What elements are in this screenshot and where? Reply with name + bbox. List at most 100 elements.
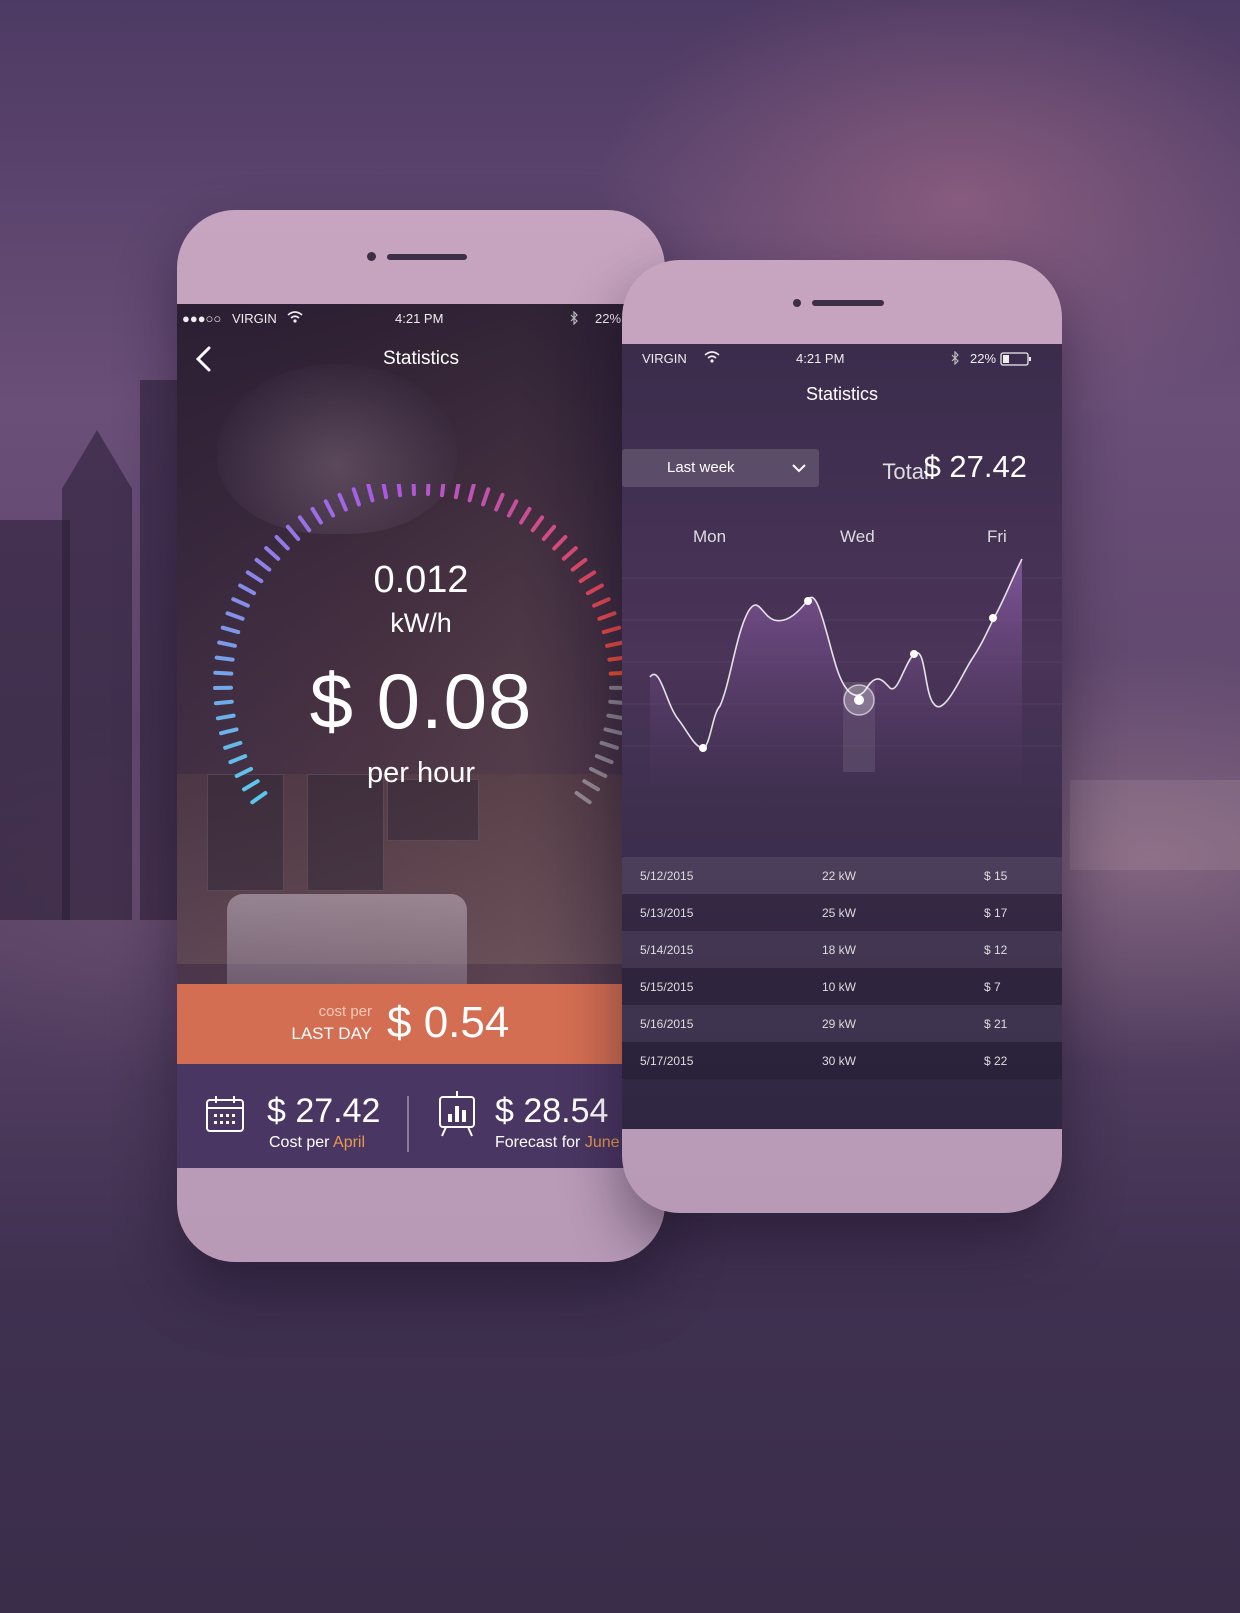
phone-right: VIRGIN 4:21 PM 22% Statistics Last week … — [622, 260, 1062, 1213]
sofa-image — [227, 894, 467, 989]
battery-percent: 22% — [970, 351, 997, 366]
monthly-cost-label: Cost per April — [269, 1134, 366, 1151]
chart-point — [989, 614, 997, 622]
day-label-mon: Mon — [693, 527, 727, 546]
page-title: Statistics — [382, 348, 460, 369]
table-row[interactable]: 5/15/2015 10 kW $ 7 — [622, 968, 1062, 1005]
gauge-tick — [561, 546, 578, 561]
phone-left: ●●●○○ VIRGIN 4:21 PM 22% Statistics 0.01… — [177, 210, 665, 1262]
screen-right: VIRGIN 4:21 PM 22% Statistics Last week … — [622, 344, 1062, 1129]
last-day-cost-bar[interactable]: cost per LAST DAY $ 0.54 — [177, 984, 665, 1064]
row-kw: 29 kW — [822, 1017, 857, 1031]
time-label: 4:21 PM — [796, 351, 845, 366]
gauge-tick — [310, 506, 323, 525]
kwh-unit: kW/h — [390, 608, 452, 638]
screen-left: ●●●○○ VIRGIN 4:21 PM 22% Statistics 0.01… — [177, 304, 665, 1168]
gauge-tick — [381, 484, 389, 500]
gauge-tick — [411, 484, 416, 497]
day-label-wed: Wed — [840, 527, 875, 546]
gauge-tick — [217, 640, 237, 648]
forecast-value: $ 28.54 — [495, 1092, 609, 1130]
gauge-tick — [494, 492, 505, 512]
row-kw: 30 kW — [822, 1054, 857, 1068]
gauge-tick — [323, 499, 336, 518]
row-kw: 22 kW — [822, 869, 857, 883]
row-cost: $ 22 — [984, 1054, 1008, 1068]
chart-selected-point — [854, 695, 864, 705]
monthly-cost-value: $ 27.42 — [267, 1092, 381, 1130]
row-date: 5/12/2015 — [640, 869, 694, 883]
total-value: $ 27.42 — [923, 449, 1027, 484]
gauge-tick — [530, 515, 545, 533]
row-date: 5/14/2015 — [640, 943, 694, 957]
row-kw: 25 kW — [822, 906, 857, 920]
row-cost: $ 7 — [984, 980, 1001, 994]
battery-percent: 22% — [595, 311, 622, 326]
gauge-tick — [366, 484, 375, 503]
cost-per-hour-unit: per hour — [366, 757, 475, 789]
gauge-tick — [264, 546, 281, 561]
row-date: 5/16/2015 — [640, 1017, 694, 1031]
carrier-label: VIRGIN — [232, 311, 277, 326]
gauge-tick — [541, 524, 557, 541]
period-dropdown[interactable]: Last week — [622, 449, 819, 487]
table-row[interactable]: 5/17/2015 30 kW $ 22 — [622, 1042, 1062, 1079]
row-date: 5/15/2015 — [640, 980, 694, 994]
gauge-tick — [285, 524, 301, 541]
usage-line-chart — [622, 558, 1062, 784]
gauge-tick — [453, 484, 461, 500]
gauge-tick — [506, 499, 519, 518]
carrier-label: VIRGIN — [642, 351, 687, 366]
last-day-small-label: cost per — [318, 1003, 372, 1020]
gauge-tick — [274, 535, 290, 551]
battery-icon — [1000, 352, 1032, 369]
row-cost: $ 15 — [984, 869, 1008, 883]
usage-table: 5/12/2015 22 kW $ 15 5/13/2015 25 kW $ 1… — [622, 857, 1062, 1079]
bluetooth-icon — [950, 350, 960, 368]
wifi-icon — [287, 311, 303, 326]
status-bar: VIRGIN 4:21 PM 22% — [622, 344, 1062, 372]
day-label-fri: Fri — [987, 527, 1007, 546]
bluetooth-icon — [569, 310, 579, 328]
last-day-label: LAST DAY — [291, 1024, 372, 1043]
divider — [407, 1096, 409, 1152]
forecast-label: Forecast for June — [495, 1134, 620, 1151]
calendar-icon — [205, 1094, 245, 1134]
summary-strip: $ 27.42 Cost per April $ 28.54 Forecast … — [177, 1064, 665, 1168]
gauge-tick — [297, 515, 312, 533]
gauge-tick — [519, 506, 532, 525]
table-row[interactable]: 5/13/2015 25 kW $ 17 — [622, 894, 1062, 931]
camera — [793, 299, 801, 307]
row-cost: $ 12 — [984, 943, 1008, 957]
gauge-tick — [574, 791, 592, 805]
gauge-tick — [605, 640, 625, 648]
row-date: 5/13/2015 — [640, 906, 694, 920]
chart-point — [804, 597, 812, 605]
time-label: 4:21 PM — [395, 311, 444, 326]
gauge-tick — [552, 535, 568, 551]
last-day-value: $ 0.54 — [387, 998, 510, 1047]
speaker — [387, 254, 467, 260]
chart-point — [699, 744, 707, 752]
kwh-value: 0.012 — [373, 559, 469, 601]
chevron-down-icon — [791, 461, 807, 475]
row-cost: $ 21 — [984, 1017, 1008, 1031]
gauge-tick — [337, 492, 348, 512]
wifi-icon — [704, 351, 720, 366]
gauge-tick — [440, 484, 446, 498]
gauge-tick — [467, 484, 476, 503]
period-dropdown-label: Last week — [667, 459, 735, 476]
gauge-tick — [250, 791, 268, 805]
gauge-tick — [481, 487, 491, 507]
gauge-tick — [396, 484, 402, 498]
month-accent: June — [584, 1134, 620, 1151]
table-row[interactable]: 5/14/2015 18 kW $ 12 — [622, 931, 1062, 968]
chart-point — [910, 650, 918, 658]
row-date: 5/17/2015 — [640, 1054, 694, 1068]
table-row[interactable]: 5/12/2015 22 kW $ 15 — [622, 857, 1062, 894]
speaker — [812, 300, 884, 306]
row-kw: 10 kW — [822, 980, 857, 994]
gauge-tick — [351, 487, 361, 507]
table-row[interactable]: 5/16/2015 29 kW $ 21 — [622, 1005, 1062, 1042]
cost-per-hour-value: $ 0.08 — [309, 657, 533, 745]
